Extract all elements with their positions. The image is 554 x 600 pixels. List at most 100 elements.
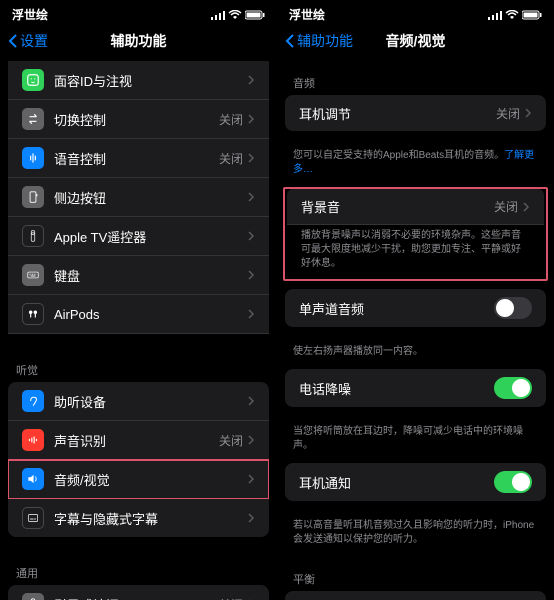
screen-accessibility: 浮世绘 设置 辅助功能 面容ID与注视 切换控制关闭 语音控制关闭 侧边按钮 A… <box>0 0 277 600</box>
nav-bar: 辅助功能 音频/视觉 <box>277 25 554 61</box>
group-hearing: 助听设备 声音识别关闭 音频/视觉 字幕与隐藏式字幕 <box>8 382 269 537</box>
row-subtitles[interactable]: 字幕与隐藏式字幕 <box>8 499 269 537</box>
sound-recog-icon <box>22 429 44 451</box>
chevron-right-icon <box>247 191 255 203</box>
balance-slider-row: 左右 <box>285 591 546 600</box>
nav-bar: 设置 辅助功能 <box>0 25 277 61</box>
remote-icon <box>22 225 44 247</box>
chevron-right-icon <box>247 434 255 446</box>
status-bar: 浮世绘 <box>0 0 277 25</box>
row-label: 助听设备 <box>54 392 247 411</box>
row-label: 声音识别 <box>54 431 219 450</box>
row-label: 切换控制 <box>54 110 219 129</box>
row-label: 侧边按钮 <box>54 188 247 207</box>
chevron-left-icon <box>285 33 295 49</box>
row-label: 背景音 <box>301 197 494 216</box>
row-value: 关闭 <box>219 111 243 128</box>
back-button[interactable]: 辅助功能 <box>285 31 353 51</box>
toggle-notify[interactable] <box>494 471 532 493</box>
airpods-icon <box>22 303 44 325</box>
row-switch-control[interactable]: 切换控制关闭 <box>8 100 269 139</box>
row-keyboard[interactable]: 键盘 <box>8 256 269 295</box>
row-label: AirPods <box>54 307 247 322</box>
section-balance: 平衡 <box>277 557 554 591</box>
row-label: 字幕与隐藏式字幕 <box>54 509 247 528</box>
hint-mono: 使左右扬声器播放同一内容。 <box>277 341 554 369</box>
chevron-left-icon <box>8 33 18 49</box>
row-sound-recognition[interactable]: 声音识别关闭 <box>8 421 269 460</box>
page-title: 辅助功能 <box>111 31 167 51</box>
row-label: 键盘 <box>54 266 247 285</box>
scroll-area[interactable]: 面容ID与注视 切换控制关闭 语音控制关闭 侧边按钮 Apple TV遥控器 键… <box>0 61 277 600</box>
back-button[interactable]: 设置 <box>8 31 48 51</box>
battery-icon <box>245 10 265 20</box>
wifi-icon <box>228 10 242 20</box>
hint-notify: 若以高音量听耳机音频过久且影响您的听力时，iPhone 会发送通知以保护您的听力… <box>277 515 554 557</box>
chevron-right-icon <box>247 230 255 242</box>
page-title: 音频/视觉 <box>386 31 446 51</box>
signal-icon <box>211 10 225 20</box>
battery-icon <box>522 10 542 20</box>
chevron-right-icon <box>247 269 255 281</box>
hint-background-sounds: 播放背景噪声以消弱不必要的环境杂声。这些声音可最大限度地减少干扰，助您更加专注、… <box>285 225 546 273</box>
row-label: 耳机通知 <box>299 473 494 492</box>
group-physical: 面容ID与注视 切换控制关闭 语音控制关闭 侧边按钮 Apple TV遥控器 键… <box>0 61 277 334</box>
wifi-icon <box>505 10 519 20</box>
row-value: 关闭 <box>496 105 520 122</box>
row-voice-control[interactable]: 语音控制关闭 <box>8 139 269 178</box>
hint-noise: 当您将听筒放在耳边时，降噪可减少电话中的环境噪声。 <box>277 421 554 463</box>
row-value: 关闭 <box>219 432 243 449</box>
chevron-right-icon <box>247 113 255 125</box>
captions-icon <box>22 507 44 529</box>
chevron-right-icon <box>522 201 530 213</box>
row-audio-visual[interactable]: 音频/视觉 <box>8 460 269 499</box>
scroll-area[interactable]: 音频 耳机调节关闭 您可以自定受支持的Apple和Beats耳机的音频。了解更多… <box>277 61 554 600</box>
row-faceid[interactable]: 面容ID与注视 <box>8 61 269 100</box>
row-phone-noise-cancel[interactable]: 电话降噪 <box>285 369 546 407</box>
faceid-icon <box>22 69 44 91</box>
screen-audio-visual: 浮世绘 辅助功能 音频/视觉 音频 耳机调节关闭 您可以自定受支持的Apple和… <box>277 0 554 600</box>
row-mono-audio[interactable]: 单声道音频 <box>285 289 546 327</box>
row-label: 电话降噪 <box>299 379 494 398</box>
row-label: 面容ID与注视 <box>54 71 247 90</box>
group-mono: 单声道音频 <box>285 289 546 327</box>
status-bar: 浮世绘 <box>277 0 554 25</box>
group-noise: 电话降噪 <box>285 369 546 407</box>
row-label: 语音控制 <box>54 149 219 168</box>
row-airpods[interactable]: AirPods <box>8 295 269 334</box>
carrier-label: 浮世绘 <box>12 6 211 23</box>
toggle-mono[interactable] <box>494 297 532 319</box>
group-notify: 耳机通知 <box>285 463 546 501</box>
switch-icon <box>22 108 44 130</box>
hint-headphone: 您可以自定受支持的Apple和Beats耳机的音频。了解更多… <box>277 145 554 187</box>
row-value: 关闭 <box>219 150 243 167</box>
toggle-noise[interactable] <box>494 377 532 399</box>
row-background-sounds[interactable]: 背景音关闭 <box>287 189 544 225</box>
signal-icon <box>488 10 502 20</box>
row-appletv-remote[interactable]: Apple TV遥控器 <box>8 217 269 256</box>
voice-icon <box>22 147 44 169</box>
section-general: 通用 <box>0 551 277 585</box>
chevron-right-icon <box>247 152 255 164</box>
row-headphone-accommodations[interactable]: 耳机调节关闭 <box>285 95 546 131</box>
row-label: 音频/视觉 <box>54 470 247 489</box>
row-hearing-devices[interactable]: 助听设备 <box>8 382 269 421</box>
back-label: 设置 <box>20 31 48 51</box>
row-guided-access[interactable]: 引导式访问关闭 <box>8 585 269 600</box>
row-side-button[interactable]: 侧边按钮 <box>8 178 269 217</box>
carrier-label: 浮世绘 <box>289 6 488 23</box>
hearing-icon <box>22 390 44 412</box>
back-label: 辅助功能 <box>297 31 353 51</box>
keyboard-icon <box>22 264 44 286</box>
group-balance: 左右 <box>285 591 546 600</box>
row-headphone-notifications[interactable]: 耳机通知 <box>285 463 546 501</box>
group-general: 引导式访问关闭 辅助功能快捷键 App单独设置 <box>8 585 269 600</box>
row-value: 关闭 <box>219 596 243 600</box>
side-button-icon <box>22 186 44 208</box>
chevron-right-icon <box>247 308 255 320</box>
chevron-right-icon <box>247 512 255 524</box>
section-audio: 音频 <box>277 61 554 95</box>
chevron-right-icon <box>247 473 255 485</box>
row-label: Apple TV遥控器 <box>54 227 247 246</box>
chevron-right-icon <box>247 395 255 407</box>
